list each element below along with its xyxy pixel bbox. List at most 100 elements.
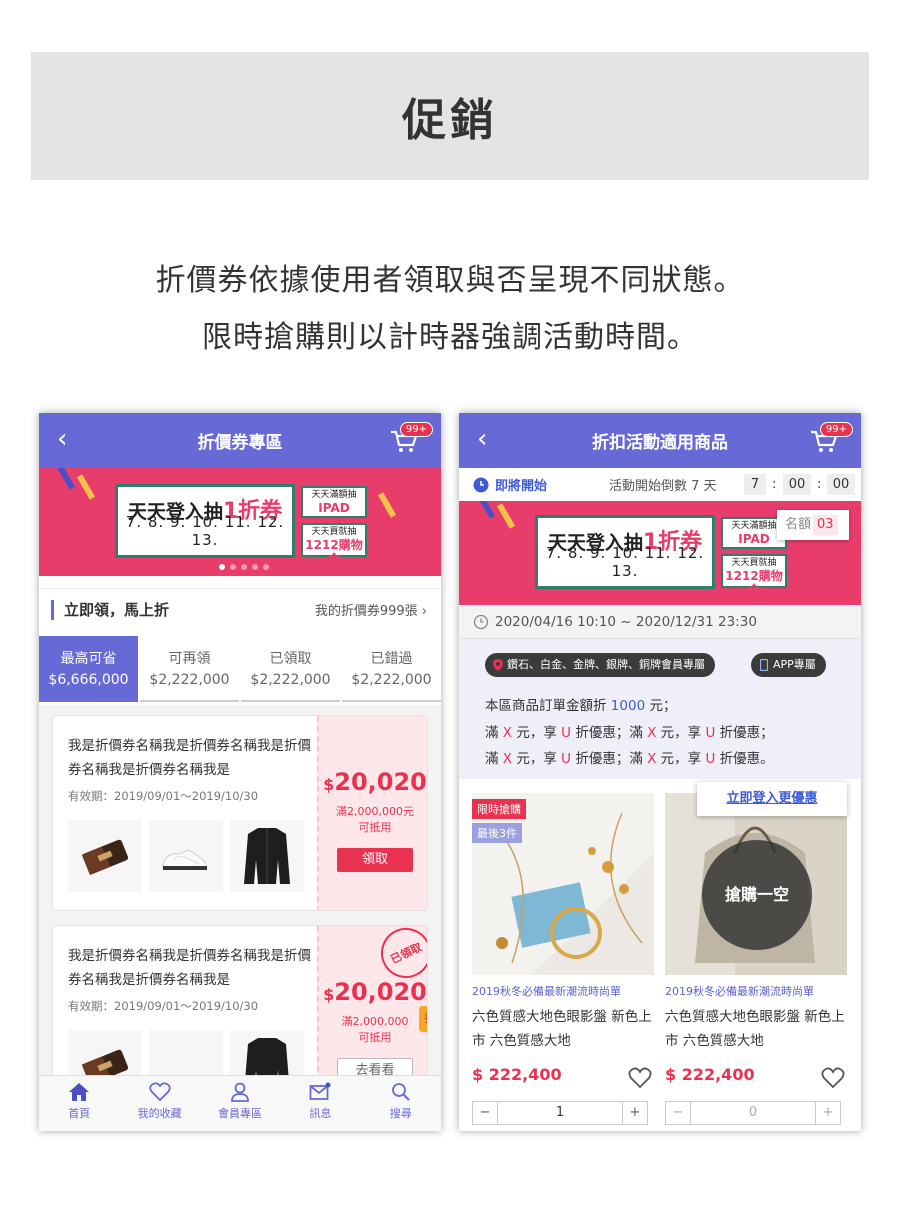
bottom-tab-bar: 首頁 我的收藏 會員專區 訊息 搜尋 [39,1075,441,1131]
promo-spec-page: 促銷 折價券依據使用者領取與否呈現不同狀態。 限時搶購則以計時器強調活動時間。 … [0,0,900,1208]
quantity-value[interactable]: 1 [497,1102,623,1124]
ribbon-decoration [377,492,397,518]
heart-icon[interactable] [821,1067,845,1089]
product-price: $ 222,400 [472,1065,562,1084]
back-icon[interactable]: ‹ [57,424,67,454]
ribbon-decoration [496,503,516,529]
coupon-value-panel: $20,020 滿2,000,000元 可抵用 領取 [317,716,427,910]
ribbon-decoration [476,501,496,519]
page-title: 促銷 [402,95,498,146]
cart-badge: 99+ [399,422,433,437]
tab-max-savings[interactable]: 最高可省 $6,666,000 [39,636,138,702]
tabbar-messages[interactable]: 訊息 [280,1076,360,1131]
quota-count: 03 [813,515,838,535]
quantity-value: 0 [690,1102,816,1124]
coupon-validity: 有效期：2019/09/01～2019/10/30 [68,789,259,803]
coupon-list: 我是折價券名稱我是折價券名稱我是折價券名稱我是折價券名稱我是 有效期：2019/… [39,705,441,1121]
promo-banner[interactable]: 天天登入抽1折券 7. 8. 9. 10. 11. 12. 13. 天天滿額抽 I… [39,468,441,576]
user-icon [231,1082,249,1102]
coupon-condition: 滿2,000,000 [341,1015,409,1028]
tabbar-search[interactable]: 搜尋 [361,1076,441,1131]
countdown-label: 活動開始倒數 7 天 [609,479,717,494]
ribbon-decoration [56,468,76,490]
coupon-tabs: 最高可省 $6,666,000 可再領 $2,222,000 已領取 $2,222,0… [39,636,441,702]
top-bar: ‹ 折價券專區 99+ [39,413,441,468]
clock-icon [473,477,489,492]
coupon-validity: 有效期：2019/09/01～2019/10/30 [68,999,259,1013]
back-icon[interactable]: ‹ [477,424,487,454]
coupon-card: 我是折價券名稱我是折價券名稱我是折價券名稱我是折價券名稱我是 有效期：2019/… [52,715,428,911]
ribbon-decoration [76,474,96,500]
product-thumb-jacket[interactable] [230,820,304,892]
screen-title: 折扣活動適用商品 [592,433,728,453]
section-header: 立即領，馬上折 我的折價券999張 › [39,588,441,630]
product-name: 六色質感大地色眼影盤 新色上市 六色質感大地 [472,1009,652,1049]
claim-button[interactable]: 領取 [337,848,413,872]
app-pill: APP專屬 [751,653,826,677]
tab-claimed[interactable]: 已領取 $2,222,000 [241,636,340,702]
header-banner: 促銷 [31,52,869,180]
stock-left-tag: 最後3件 [472,823,522,843]
increase-button: + [822,1105,834,1120]
carousel-dots[interactable] [219,564,269,570]
coupon-name: 我是折價券名稱我是折價券名稱我是折價券名稱我是折價券名稱我是 [68,738,311,778]
promo-mini-ipad: 天天滿額抽 IPAD [301,486,367,518]
discount-line-1: 本區商品訂單金額折 1000 元； [485,698,677,714]
product-name: 六色質感大地色眼影盤 新色上市 六色質感大地 [665,1009,845,1049]
my-coupons-link[interactable]: 我的折價券999張 › [315,600,427,619]
activity-date-range: 2020/04/16 10:10 ~ 2020/12/31 23:30 [459,605,861,639]
product-image[interactable]: 限時搶購 最後3件 [472,793,654,975]
product-subtitle: 2019秋冬必備最新潮流時尚單 [665,985,814,998]
promo-mini-voucher: 天天買就抽 1212購物金 [301,523,367,566]
countdown-bar: 即將開始 活動開始倒數 7 天 7 : 00 : 00 [459,468,861,501]
timer-minutes: 00 [783,474,811,495]
section-title: 立即領，馬上折 [64,601,170,619]
screen-title: 折價券專區 [197,433,283,453]
heart-icon [148,1082,171,1102]
product-card[interactable]: 搶購一空 2019秋冬必備最新潮流時尚單 六色質感大地色眼影盤 新色上市 六色質… [665,793,847,1125]
product-subtitle: 2019秋冬必備最新潮流時尚單 [472,985,621,998]
timer-hours: 7 [744,474,766,495]
flash-sale-tag: 限時搶購 [472,799,526,819]
login-for-discount-link[interactable]: 立即登入更優惠 [697,782,847,816]
coupon-amount: 20,020 [334,978,427,1006]
discount-info: 鑽石、白金、金牌、銀牌、銅牌會員專屬 APP專屬 本區商品訂單金額折 1000 … [459,639,861,779]
home-icon [69,1083,90,1101]
top-bar: ‹ 折扣活動適用商品 99+ [459,413,861,468]
cart-badge: 99+ [819,422,853,437]
quantity-stepper[interactable]: − 1 + [472,1101,648,1125]
tabbar-member[interactable]: 會員專區 [200,1076,280,1131]
description-line-2: 限時搶購則以計時器強調活動時間。 [202,320,698,355]
promo-mini-voucher: 天天買就抽 1212購物金 [721,554,787,597]
heart-icon[interactable] [628,1067,652,1089]
search-icon [391,1083,410,1101]
decrease-button[interactable]: − [473,1102,497,1124]
product-thumb-wallet[interactable] [68,820,142,892]
phone-icon [760,659,768,671]
product-thumb-sneakers[interactable] [149,820,223,892]
quantity-stepper: − 0 + [665,1101,841,1125]
tab-missed[interactable]: 已錯過 $2,222,000 [342,636,441,702]
chevron-right-icon: › [421,604,427,619]
product-card[interactable]: 限時搶購 最後3件 2019秋冬必備最新潮流時尚單 六色質感大地色眼影盤 新色上… [472,793,654,1125]
discount-line-3: 滿 X 元，享 U 折優惠；滿 X 元，享 U 折優惠。 [485,751,774,767]
product-price: $ 222,400 [665,1065,755,1084]
tab-claimable[interactable]: 可再領 $2,222,000 [140,636,239,702]
clock-outline-icon [473,614,489,629]
description-line-1: 折價券依據使用者領取與否呈現不同狀態。 [155,263,745,298]
location-pin-icon [493,659,503,671]
promo-card: 天天登入抽1折券 7. 8. 9. 10. 11. 12. 13. [115,484,295,558]
coupon-name: 我是折價券名稱我是折價券名稱我是折價券名稱我是折價券名稱我是 [68,948,311,988]
increase-button[interactable]: + [623,1102,647,1124]
timer-seconds: 00 [827,474,855,495]
member-pill: 鑽石、白金、金牌、銀牌、銅牌會員專屬 [485,653,715,677]
mail-icon [309,1082,331,1100]
decrease-button: − [672,1105,684,1120]
tabbar-favorites[interactable]: 我的收藏 [119,1076,199,1131]
promo-dates: 7. 8. 9. 10. 11. 12. 13. [125,513,285,549]
discount-line-2: 滿 X 元，享 U 折優惠；滿 X 元，享 U 折優惠； [485,725,774,741]
coupon-zone-screen: ‹ 折價券專區 99+ 天天登入抽1折券 7. 8. 9. 10. 11. 12… [39,413,441,1131]
tabbar-home[interactable]: 首頁 [39,1076,119,1131]
product-image[interactable]: 搶購一空 [665,793,847,975]
coupon-amount: 20,020 [334,768,427,796]
